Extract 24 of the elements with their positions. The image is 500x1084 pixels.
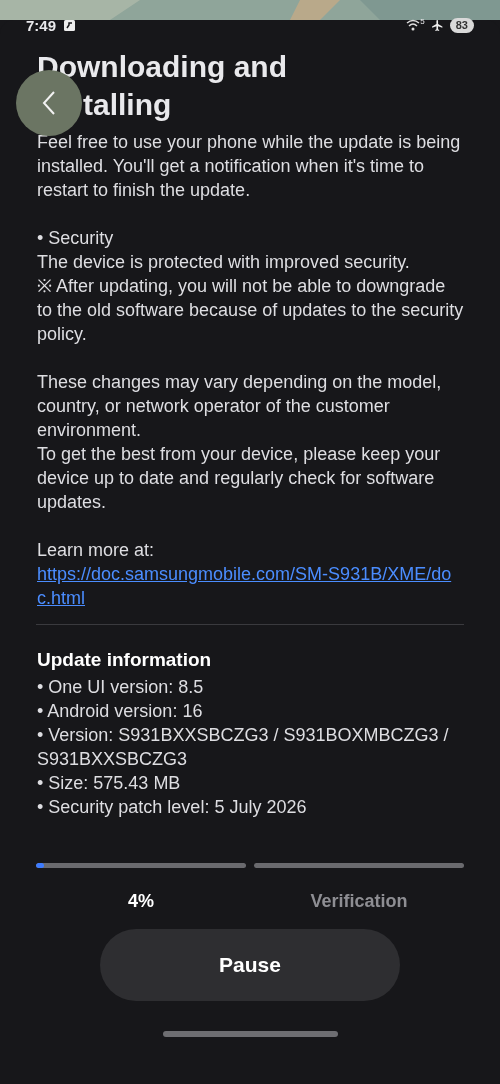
clock: 7:49: [26, 17, 57, 33]
info-item: • One UI version: 8.5: [37, 676, 205, 699]
page-title: Downloading and: [37, 49, 288, 85]
back-icon: [42, 90, 56, 116]
airplane-icon: [430, 18, 444, 32]
section-heading: Update information: [37, 648, 213, 672]
pause-button[interactable]: Pause: [100, 929, 400, 1001]
note-text: ※ After updating, you will not be able to downgrade to the old software because of updates to the security policy.: [37, 275, 464, 346]
info-item: • Android version: 16: [37, 700, 204, 723]
note-text: These changes may vary depending on the model, country, or network operator of the customer environment.: [37, 371, 443, 442]
note-text: To get the best from your device, please keep your device up to date and regularly check for software updates.: [37, 443, 442, 514]
note-text: The device is protected with improved security.: [37, 251, 411, 274]
note-text: Learn more at:: [37, 539, 156, 562]
progress-label: Verification: [310, 890, 408, 913]
page-title: talling: [83, 87, 172, 123]
note-text: • Security: [37, 227, 115, 250]
doc-link[interactable]: https://doc.samsungmobile.com/SM-S931B/XME/doc.html: [37, 562, 464, 610]
info-item: • Size: 575.43 MB: [37, 772, 182, 795]
wifi-band-label: 5: [420, 18, 425, 26]
wifi-icon: [406, 19, 421, 31]
progress-label: 4%: [128, 890, 154, 913]
description-text: Feel free to use your phone while the update is being installed. You'll get a notification when it's time to restart to finish the update.: [37, 131, 462, 202]
info-item: • Version: S931BXXSBCZG3 / S931BOXMBCZG3 / S931BXXSBCZG3: [37, 724, 450, 771]
info-item: • Security patch level: 5 July 2026: [37, 796, 308, 819]
